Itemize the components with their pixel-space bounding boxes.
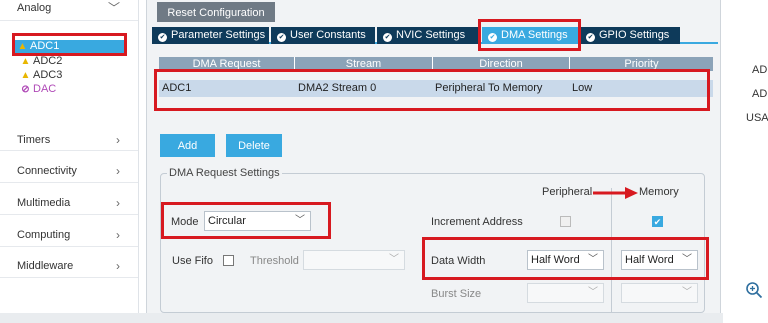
check-circle-icon: ✔ (158, 33, 167, 42)
annotation-box-mode (161, 202, 331, 239)
chevron-right-icon: › (116, 228, 120, 242)
use-fifo-checkbox[interactable] (223, 255, 234, 266)
tab-label: GPIO Settings (599, 29, 670, 41)
arrow-right-icon (593, 187, 638, 199)
chevron-right-icon: › (116, 259, 120, 273)
threshold-select[interactable]: ﹀ (303, 250, 405, 270)
sidebar-category-label: Timers (17, 134, 51, 146)
sidebar-category-label: Multimedia (17, 197, 71, 209)
burst-size-label: Burst Size (431, 288, 482, 300)
divider (0, 182, 138, 183)
sidebar-category-connectivity[interactable]: Connectivity › (0, 160, 138, 182)
check-circle-icon: ✔ (383, 33, 392, 42)
sidebar-category-label: Connectivity (17, 165, 77, 177)
threshold-label: Threshold (250, 255, 299, 267)
increment-address-label: Increment Address (431, 216, 523, 228)
sidebar-category-middleware[interactable]: Middleware › (0, 255, 138, 277)
annotation-box-dma-tab (478, 19, 581, 51)
divider (0, 246, 138, 247)
chevron-down-icon: ﹀ (107, 1, 120, 15)
sidebar-category-label: Computing (17, 229, 71, 241)
tab-gpio-settings[interactable]: ✔ GPIO Settings (580, 27, 680, 44)
tab-parameter-settings[interactable]: ✔ Parameter Settings (152, 27, 269, 44)
sidebar-category-multimedia[interactable]: Multimedia › (0, 192, 138, 214)
peripheral-column-header: Peripheral (542, 186, 593, 198)
right-panel-text: AD (752, 64, 768, 76)
sidebar-category-label: Analog (17, 2, 52, 14)
sidebar-item-label: ADC3 (33, 69, 63, 81)
check-circle-icon: ✔ (586, 33, 595, 42)
sidebar-item-dac[interactable]: ⊘ DAC (18, 83, 56, 96)
sidebar-category-analog[interactable]: Analog ﹀ (0, 0, 138, 19)
warning-icon: ▲ (20, 56, 31, 67)
divider (0, 277, 138, 278)
sidebar-item-label: ADC2 (33, 55, 63, 67)
memory-column-header: Memory (639, 186, 679, 198)
zoom-in-icon[interactable] (745, 281, 763, 299)
peripheral-burst-size-select[interactable]: ﹀ (527, 283, 604, 303)
tab-label: Parameter Settings (171, 29, 266, 41)
divider (0, 150, 138, 151)
disabled-icon: ⊘ (21, 84, 30, 95)
right-panel-text: AD (752, 88, 768, 100)
chevron-down-icon: ﹀ (682, 287, 692, 298)
memory-burst-size-select[interactable]: ﹀ (621, 283, 698, 303)
tab-user-constants[interactable]: ✔ User Constants (271, 27, 375, 44)
warning-icon: ▲ (20, 70, 31, 81)
chevron-right-icon: › (116, 164, 120, 178)
reset-configuration-button[interactable]: Reset Configuration (157, 2, 275, 22)
bottom-scroll-area (0, 313, 723, 323)
tab-label: NVIC Settings (396, 29, 466, 41)
sidebar-category-computing[interactable]: Computing › (0, 224, 138, 246)
annotation-box-dma-row (154, 69, 710, 111)
chevron-down-icon: ﹀ (389, 254, 399, 265)
tab-bar: ✔ Parameter Settings ✔ User Constants ✔ NVI… (152, 27, 718, 44)
add-button[interactable]: Add (160, 134, 215, 157)
right-panel: AD AD USA (723, 0, 768, 323)
sidebar-item-adc3[interactable]: ▲ ADC3 (18, 69, 63, 82)
right-panel-text: USA (746, 112, 768, 124)
delete-button[interactable]: Delete (226, 134, 282, 157)
sidebar-category-label: Middleware (17, 260, 74, 272)
annotation-box-data-width (422, 237, 709, 280)
use-fifo-label: Use Fifo (172, 255, 213, 267)
sidebar-item-adc2[interactable]: ▲ ADC2 (18, 55, 63, 68)
sidebar-item-label: DAC (33, 83, 57, 95)
divider (0, 214, 138, 215)
check-circle-icon: ✔ (277, 33, 286, 42)
tab-label: User Constants (290, 29, 366, 41)
tab-nvic-settings[interactable]: ✔ NVIC Settings (377, 27, 480, 44)
memory-increment-checkbox[interactable]: ✔ (652, 216, 663, 227)
settings-legend: DMA Request Settings (167, 167, 282, 180)
chevron-right-icon: › (116, 133, 120, 147)
divider (0, 20, 138, 21)
annotation-box-adc1 (12, 33, 127, 56)
peripheral-increment-checkbox[interactable] (560, 216, 571, 227)
chevron-down-icon: ﹀ (588, 287, 598, 298)
sidebar-category-timers[interactable]: Timers › (0, 129, 138, 151)
chevron-right-icon: › (116, 196, 120, 210)
